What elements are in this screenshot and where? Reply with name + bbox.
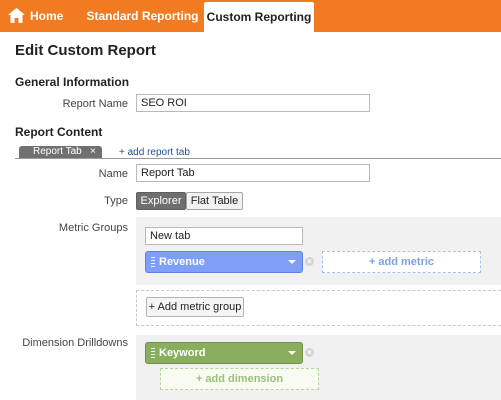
add-metric-button[interactable]: + add metric (322, 251, 481, 273)
report-tab-label: Report Tab (33, 146, 82, 157)
nav-tab-standard-reporting[interactable]: Standard Reporting (85, 0, 200, 32)
nav-tab-home[interactable]: Home (8, 0, 78, 32)
dimension-chip-label: Keyword (159, 347, 206, 359)
home-icon (8, 8, 25, 23)
drag-handle-icon[interactable] (151, 348, 155, 358)
chevron-down-icon[interactable] (288, 351, 296, 355)
close-icon[interactable]: × (305, 257, 314, 266)
metric-chip-revenue[interactable]: Revenue (145, 251, 303, 273)
dimension-drilldowns-label: Dimension Drilldowns (22, 337, 128, 349)
report-name-input[interactable]: SEO ROI (136, 94, 370, 112)
general-information-heading: General Information (15, 75, 130, 89)
metric-chip-label: Revenue (159, 256, 205, 268)
drag-handle-icon[interactable] (151, 257, 155, 267)
type-flat-table-button[interactable]: Flat Table (186, 192, 243, 210)
tab-strip-divider (15, 158, 501, 159)
report-name-label: Report Name (62, 98, 128, 110)
add-report-tab-link[interactable]: + add report tab (119, 147, 190, 158)
add-metric-group-button[interactable]: + Add metric group (146, 297, 244, 317)
close-icon[interactable]: × (305, 348, 314, 357)
type-label: Type (104, 195, 128, 207)
tab-name-label: Name (98, 168, 128, 180)
report-tab[interactable]: Report Tab × (19, 146, 102, 158)
type-explorer-button[interactable]: Explorer (136, 192, 186, 210)
add-dimension-button[interactable]: + add dimension (160, 368, 319, 390)
chevron-down-icon[interactable] (288, 260, 296, 264)
page-title: Edit Custom Report (15, 42, 156, 59)
report-content-heading: Report Content (15, 125, 103, 139)
top-navigation: Home Standard Reporting Custom Reporting (0, 0, 501, 32)
close-icon[interactable]: × (90, 146, 96, 158)
nav-tab-custom-reporting[interactable]: Custom Reporting (204, 2, 314, 32)
nav-home-label: Home (30, 9, 64, 23)
metric-group-name-input[interactable]: New tab (145, 227, 303, 245)
metric-groups-label: Metric Groups (58, 222, 128, 234)
dimension-chip-keyword[interactable]: Keyword (145, 342, 303, 364)
tab-name-input[interactable]: Report Tab (136, 164, 370, 182)
